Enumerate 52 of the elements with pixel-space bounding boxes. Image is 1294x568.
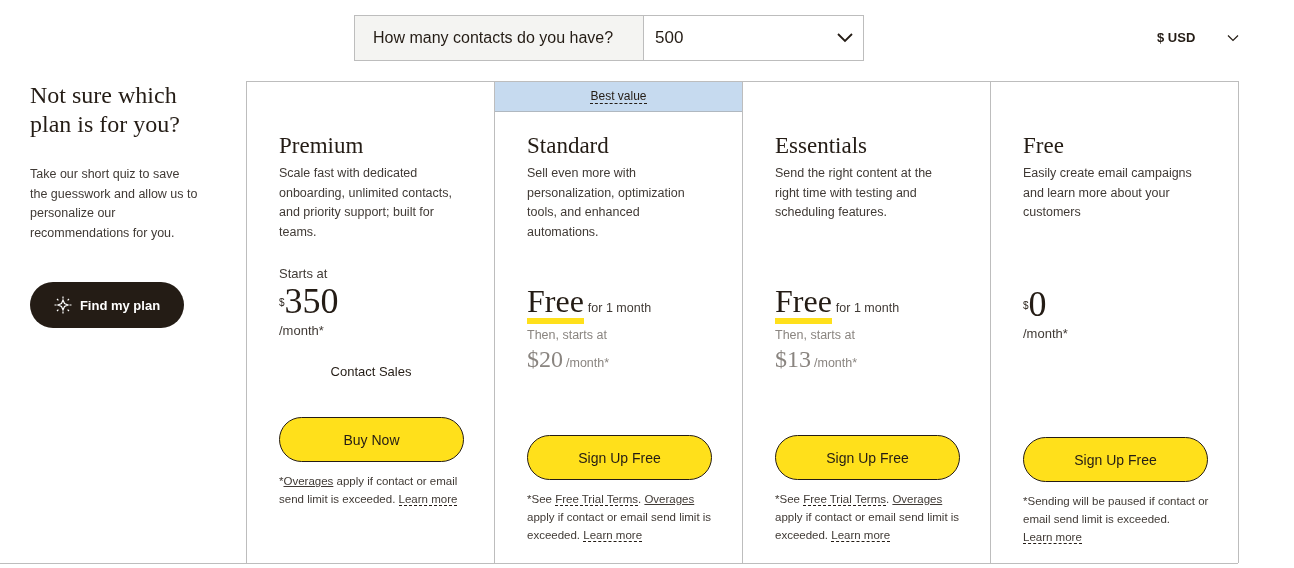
plan-button[interactable]: Sign Up Free	[775, 435, 960, 480]
plan-price: $^{$}$350	[279, 283, 340, 319]
footnote-link[interactable]: Learn more	[583, 529, 643, 542]
plan-price: $13	[775, 346, 811, 373]
plan-description: Easily create email campaigns and learn more about your customers	[1023, 165, 1193, 221]
plan-footnote: *See Free Trial Terms. Overages apply if contact or email send limit is exceeded. Learn more	[775, 492, 961, 544]
then-starts-label: Then, starts at	[775, 328, 856, 342]
overages-link[interactable]: Overages	[283, 475, 334, 487]
intro-text: Take our short quiz to save the guesswork and allow us to personalize our recommendations for you.	[30, 166, 199, 242]
price-period: /month*	[814, 356, 858, 370]
plan-name: Free	[1023, 132, 1065, 160]
price-period: /month*	[1023, 326, 1069, 341]
find-plan-button[interactable]: Find my plan	[30, 282, 184, 328]
plan-name: Essentials	[775, 132, 868, 160]
plan-footnote: *Sending will be paused if contact or email send limit is exceeded. Learn more	[1023, 494, 1210, 546]
footnote-link[interactable]: Learn more	[831, 529, 891, 542]
trial-duration: for 1 month	[835, 301, 900, 315]
then-starts-label: Then, starts at	[527, 328, 608, 342]
overages-link[interactable]: Overages	[892, 493, 943, 505]
currency-select[interactable]: $ USD	[1157, 30, 1227, 45]
chevron-down-icon	[837, 33, 853, 43]
price-period: /month*	[566, 356, 610, 370]
contacts-value: 500	[655, 28, 684, 48]
plan-button[interactable]: Buy Now	[279, 417, 464, 462]
overages-link[interactable]: Overages	[644, 493, 695, 505]
plan-name: Standard	[527, 132, 610, 160]
footnote-link[interactable]: Learn more	[1023, 531, 1082, 544]
price-period: /month*	[279, 323, 325, 338]
footnote-link[interactable]: Free Trial Terms	[803, 493, 886, 506]
intro-heading: Not sure which plan is for you?	[30, 81, 180, 139]
free-trial-price: Free	[775, 284, 832, 324]
footnote-link[interactable]: Learn more	[398, 493, 458, 506]
plan-description: Scale fast with dedicated onboarding, unlimited contacts, and priority support; built for teams.	[279, 165, 454, 241]
plan-description: Send the right content at the right time with testing and scheduling features.	[775, 165, 934, 221]
plan-price: $^{$}$0	[1023, 286, 1048, 322]
plan-name: Premium	[279, 132, 365, 160]
chevron-down-icon[interactable]	[1227, 33, 1239, 42]
plan-description: Sell even more with personalization, optimization tools, and enhanced automations.	[527, 165, 686, 241]
plan-footnote: *See Free Trial Terms. Overages apply if contact or email send limit is exceeded. Learn more	[527, 492, 713, 544]
plan-button[interactable]: Sign Up Free	[527, 435, 712, 480]
contact-sales-link[interactable]: Contact Sales	[279, 364, 463, 379]
starts-at-label: Starts at	[279, 266, 329, 281]
trial-duration: for 1 month	[587, 301, 652, 315]
free-trial-price: Free	[527, 284, 584, 324]
footnote-link[interactable]: Free Trial Terms	[555, 493, 638, 506]
plan-button[interactable]: Sign Up Free	[1023, 437, 1208, 482]
plan-footnote: *Overages apply if contact or email send limit is exceeded. Learn more	[279, 474, 459, 508]
plan-price: $20	[527, 346, 563, 373]
contacts-question: How many contacts do you have?	[355, 16, 644, 60]
contacts-select[interactable]: How many contacts do you have? 500	[354, 15, 864, 61]
best-value-badge: Best value	[495, 82, 742, 112]
sparkle-icon	[53, 296, 72, 314]
